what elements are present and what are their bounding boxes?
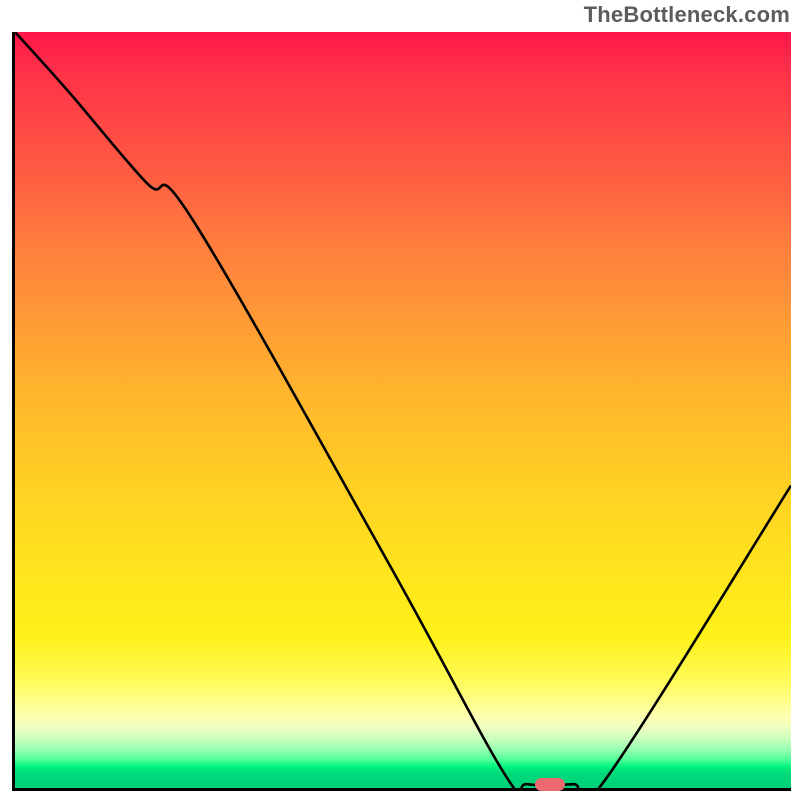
attribution-text: TheBottleneck.com [584, 2, 790, 28]
plot-area [12, 32, 791, 791]
gradient-background [15, 32, 791, 788]
chart-container: TheBottleneck.com [0, 0, 800, 800]
optimal-marker [535, 778, 565, 791]
